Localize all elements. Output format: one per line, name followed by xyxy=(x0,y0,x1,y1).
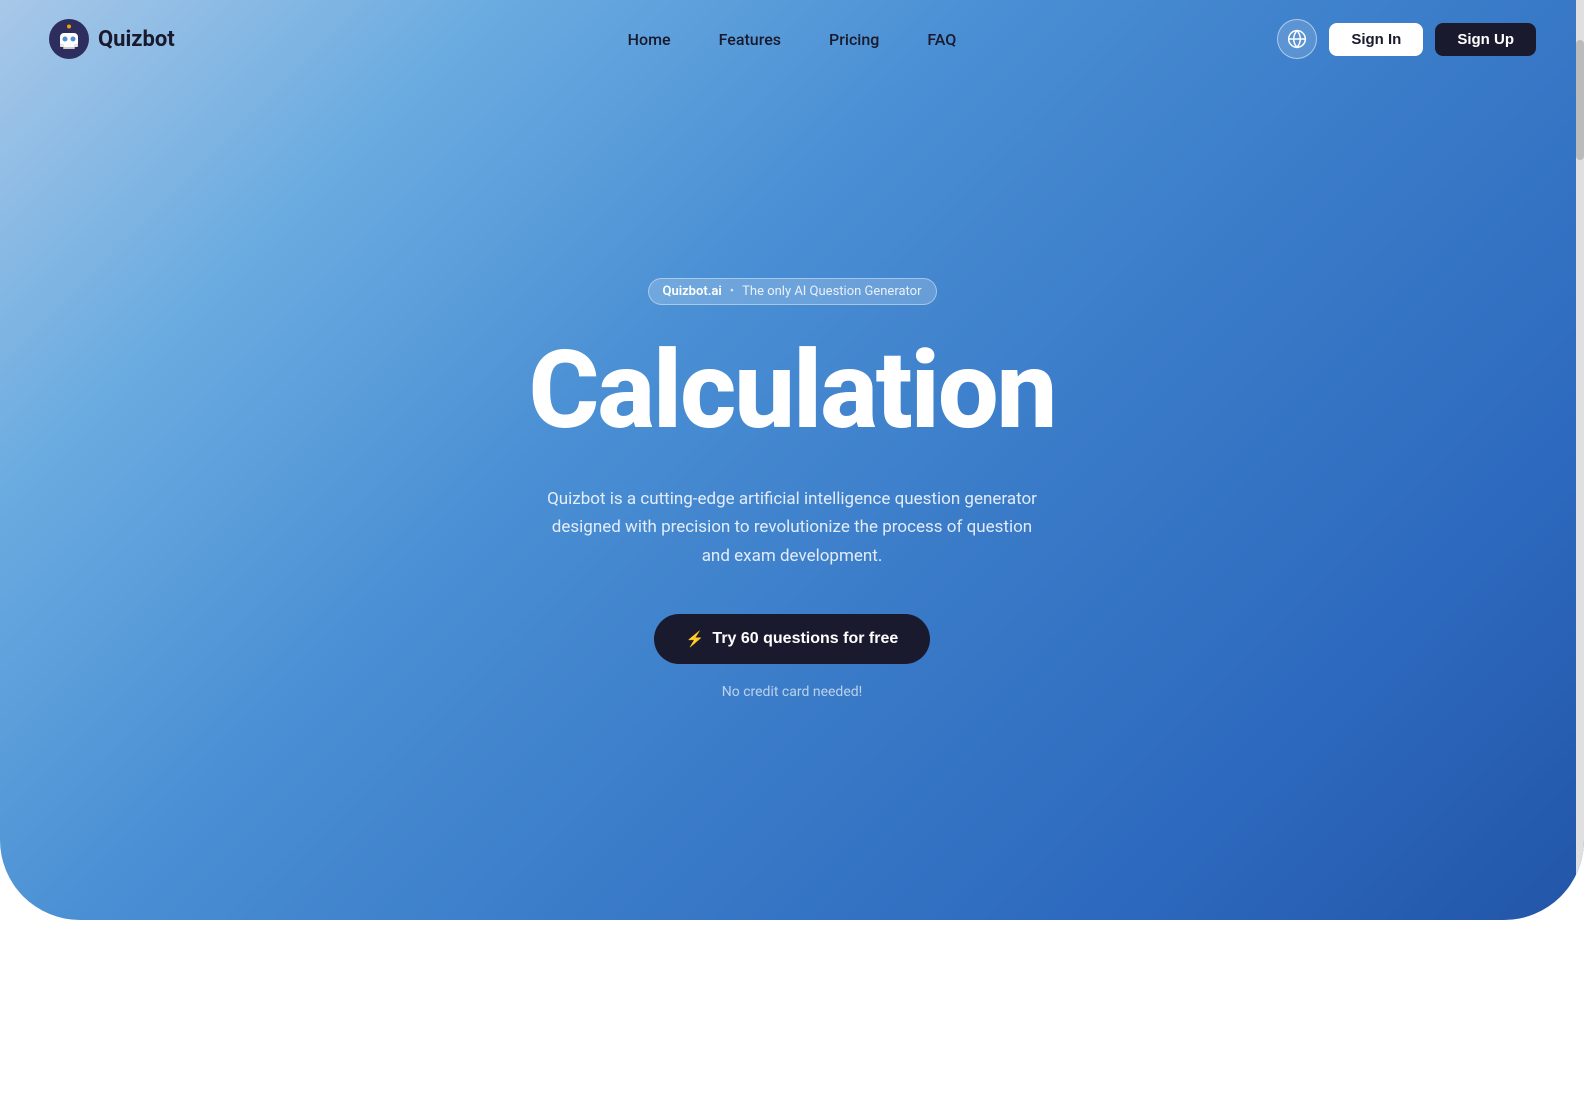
nav-features[interactable]: Features xyxy=(719,30,781,49)
bolt-icon: ⚡ xyxy=(686,630,705,648)
hero-content: Quizbot.ai • The only AI Question Genera… xyxy=(0,78,1584,920)
nav-home[interactable]: Home xyxy=(628,30,671,49)
hero-title: Calculation xyxy=(529,337,1056,445)
navbar-actions: Sign In Sign Up xyxy=(1277,19,1536,59)
logo-icon xyxy=(48,18,90,60)
logo-text: Quizbot xyxy=(98,27,175,52)
badge-subtitle: The only AI Question Generator xyxy=(742,284,921,299)
logo[interactable]: Quizbot xyxy=(48,18,175,60)
scrollbar[interactable] xyxy=(1576,0,1584,920)
language-button[interactable] xyxy=(1277,19,1317,59)
nav-pricing[interactable]: Pricing xyxy=(829,30,879,49)
nav-faq[interactable]: FAQ xyxy=(927,30,956,49)
no-credit-card-text: No credit card needed! xyxy=(722,684,863,700)
cta-button[interactable]: ⚡ Try 60 questions for free xyxy=(654,614,931,664)
sign-in-button[interactable]: Sign In xyxy=(1329,23,1423,56)
hero-section: Quizbot Home Features Pricing FAQ Sign I… xyxy=(0,0,1584,920)
navbar: Quizbot Home Features Pricing FAQ Sign I… xyxy=(0,0,1584,78)
badge-dot: • xyxy=(730,284,734,299)
globe-icon xyxy=(1287,29,1307,49)
hero-badge: Quizbot.ai • The only AI Question Genera… xyxy=(648,278,937,305)
below-hero xyxy=(0,920,1584,1105)
navbar-links: Home Features Pricing FAQ xyxy=(628,30,957,49)
sign-up-button[interactable]: Sign Up xyxy=(1435,23,1536,56)
cta-label: Try 60 questions for free xyxy=(712,630,898,648)
hero-description: Quizbot is a cutting-edge artificial int… xyxy=(542,485,1042,569)
badge-brand: Quizbot.ai xyxy=(663,284,722,299)
